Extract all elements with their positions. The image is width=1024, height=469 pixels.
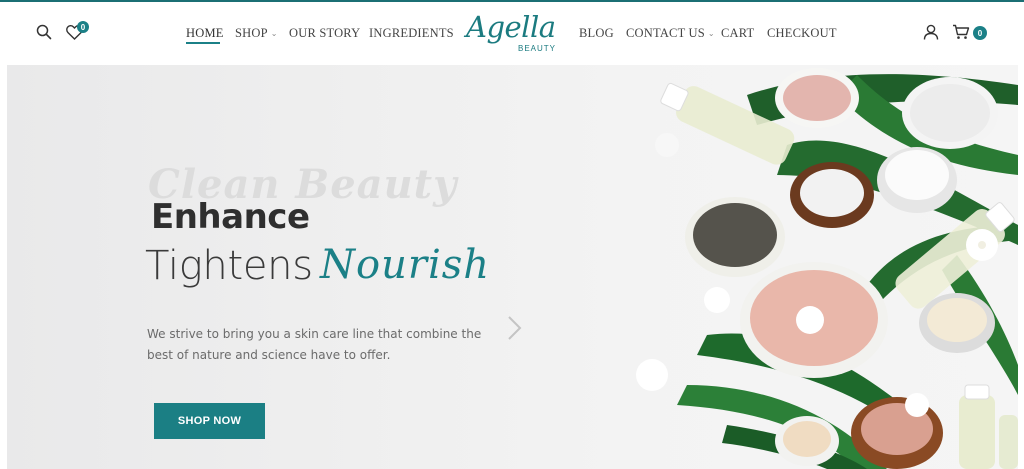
nav-blog[interactable]: BLOG xyxy=(579,26,614,41)
hero-description-line2: best of nature and science have to offer… xyxy=(147,348,391,362)
search-icon[interactable] xyxy=(34,22,54,42)
nav-active-underline xyxy=(186,42,220,44)
nav-checkout[interactable]: CHECKOUT xyxy=(767,26,837,41)
cart-button[interactable] xyxy=(951,22,971,42)
chevron-right-icon xyxy=(508,316,522,340)
site-header: 0 HOME SHOP ⌄ OUR STORY INGREDIENTS Agell… xyxy=(0,2,1024,64)
nav-ingredients[interactable]: INGREDIENTS xyxy=(369,26,454,41)
hero-description-line1: We strive to bring you a skin care line … xyxy=(147,327,482,341)
logo-subtitle: BEAUTY xyxy=(518,44,557,53)
shop-now-button[interactable]: SHOP NOW xyxy=(154,403,265,439)
cart-count-badge: 0 xyxy=(973,26,987,40)
hero-description: We strive to bring you a skin care line … xyxy=(147,324,487,366)
nav-cart[interactable]: CART xyxy=(721,26,754,41)
wishlist-count-badge: 0 xyxy=(77,21,89,33)
hero-product-image xyxy=(636,68,1018,469)
nav-ingredients-label: INGREDIENTS xyxy=(369,26,454,40)
site-logo[interactable]: Agella BEAUTY xyxy=(462,8,562,58)
nav-checkout-label: CHECKOUT xyxy=(767,26,837,40)
nav-blog-label: BLOG xyxy=(579,26,614,40)
hero-heading-line1: Enhance xyxy=(151,197,310,237)
user-icon xyxy=(923,24,939,40)
nav-shop[interactable]: SHOP ⌄ xyxy=(235,26,278,41)
logo-script: Agella xyxy=(466,10,556,44)
nav-our-story-label: OUR STORY xyxy=(289,26,361,40)
slider-next-button[interactable] xyxy=(501,313,527,343)
account-button[interactable] xyxy=(921,22,941,42)
nav-cart-label: CART xyxy=(721,26,755,40)
nav-home[interactable]: HOME xyxy=(186,26,224,41)
hero-heading-plain: Tightens xyxy=(145,243,313,289)
hero-heading-script: Nourish xyxy=(320,242,491,288)
nav-contact-us[interactable]: CONTACT US ⌄ xyxy=(626,26,715,41)
nav-contact-us-label: CONTACT US xyxy=(626,26,705,40)
chevron-down-icon: ⌄ xyxy=(270,29,278,38)
hero-slider: Clean Beauty Enhance Tightens Nourish We… xyxy=(7,65,1018,469)
chevron-down-icon: ⌄ xyxy=(707,29,715,38)
cart-icon xyxy=(953,24,970,39)
nav-shop-label: SHOP xyxy=(235,26,268,40)
nav-our-story[interactable]: OUR STORY xyxy=(289,26,360,41)
nav-home-label: HOME xyxy=(186,26,224,40)
